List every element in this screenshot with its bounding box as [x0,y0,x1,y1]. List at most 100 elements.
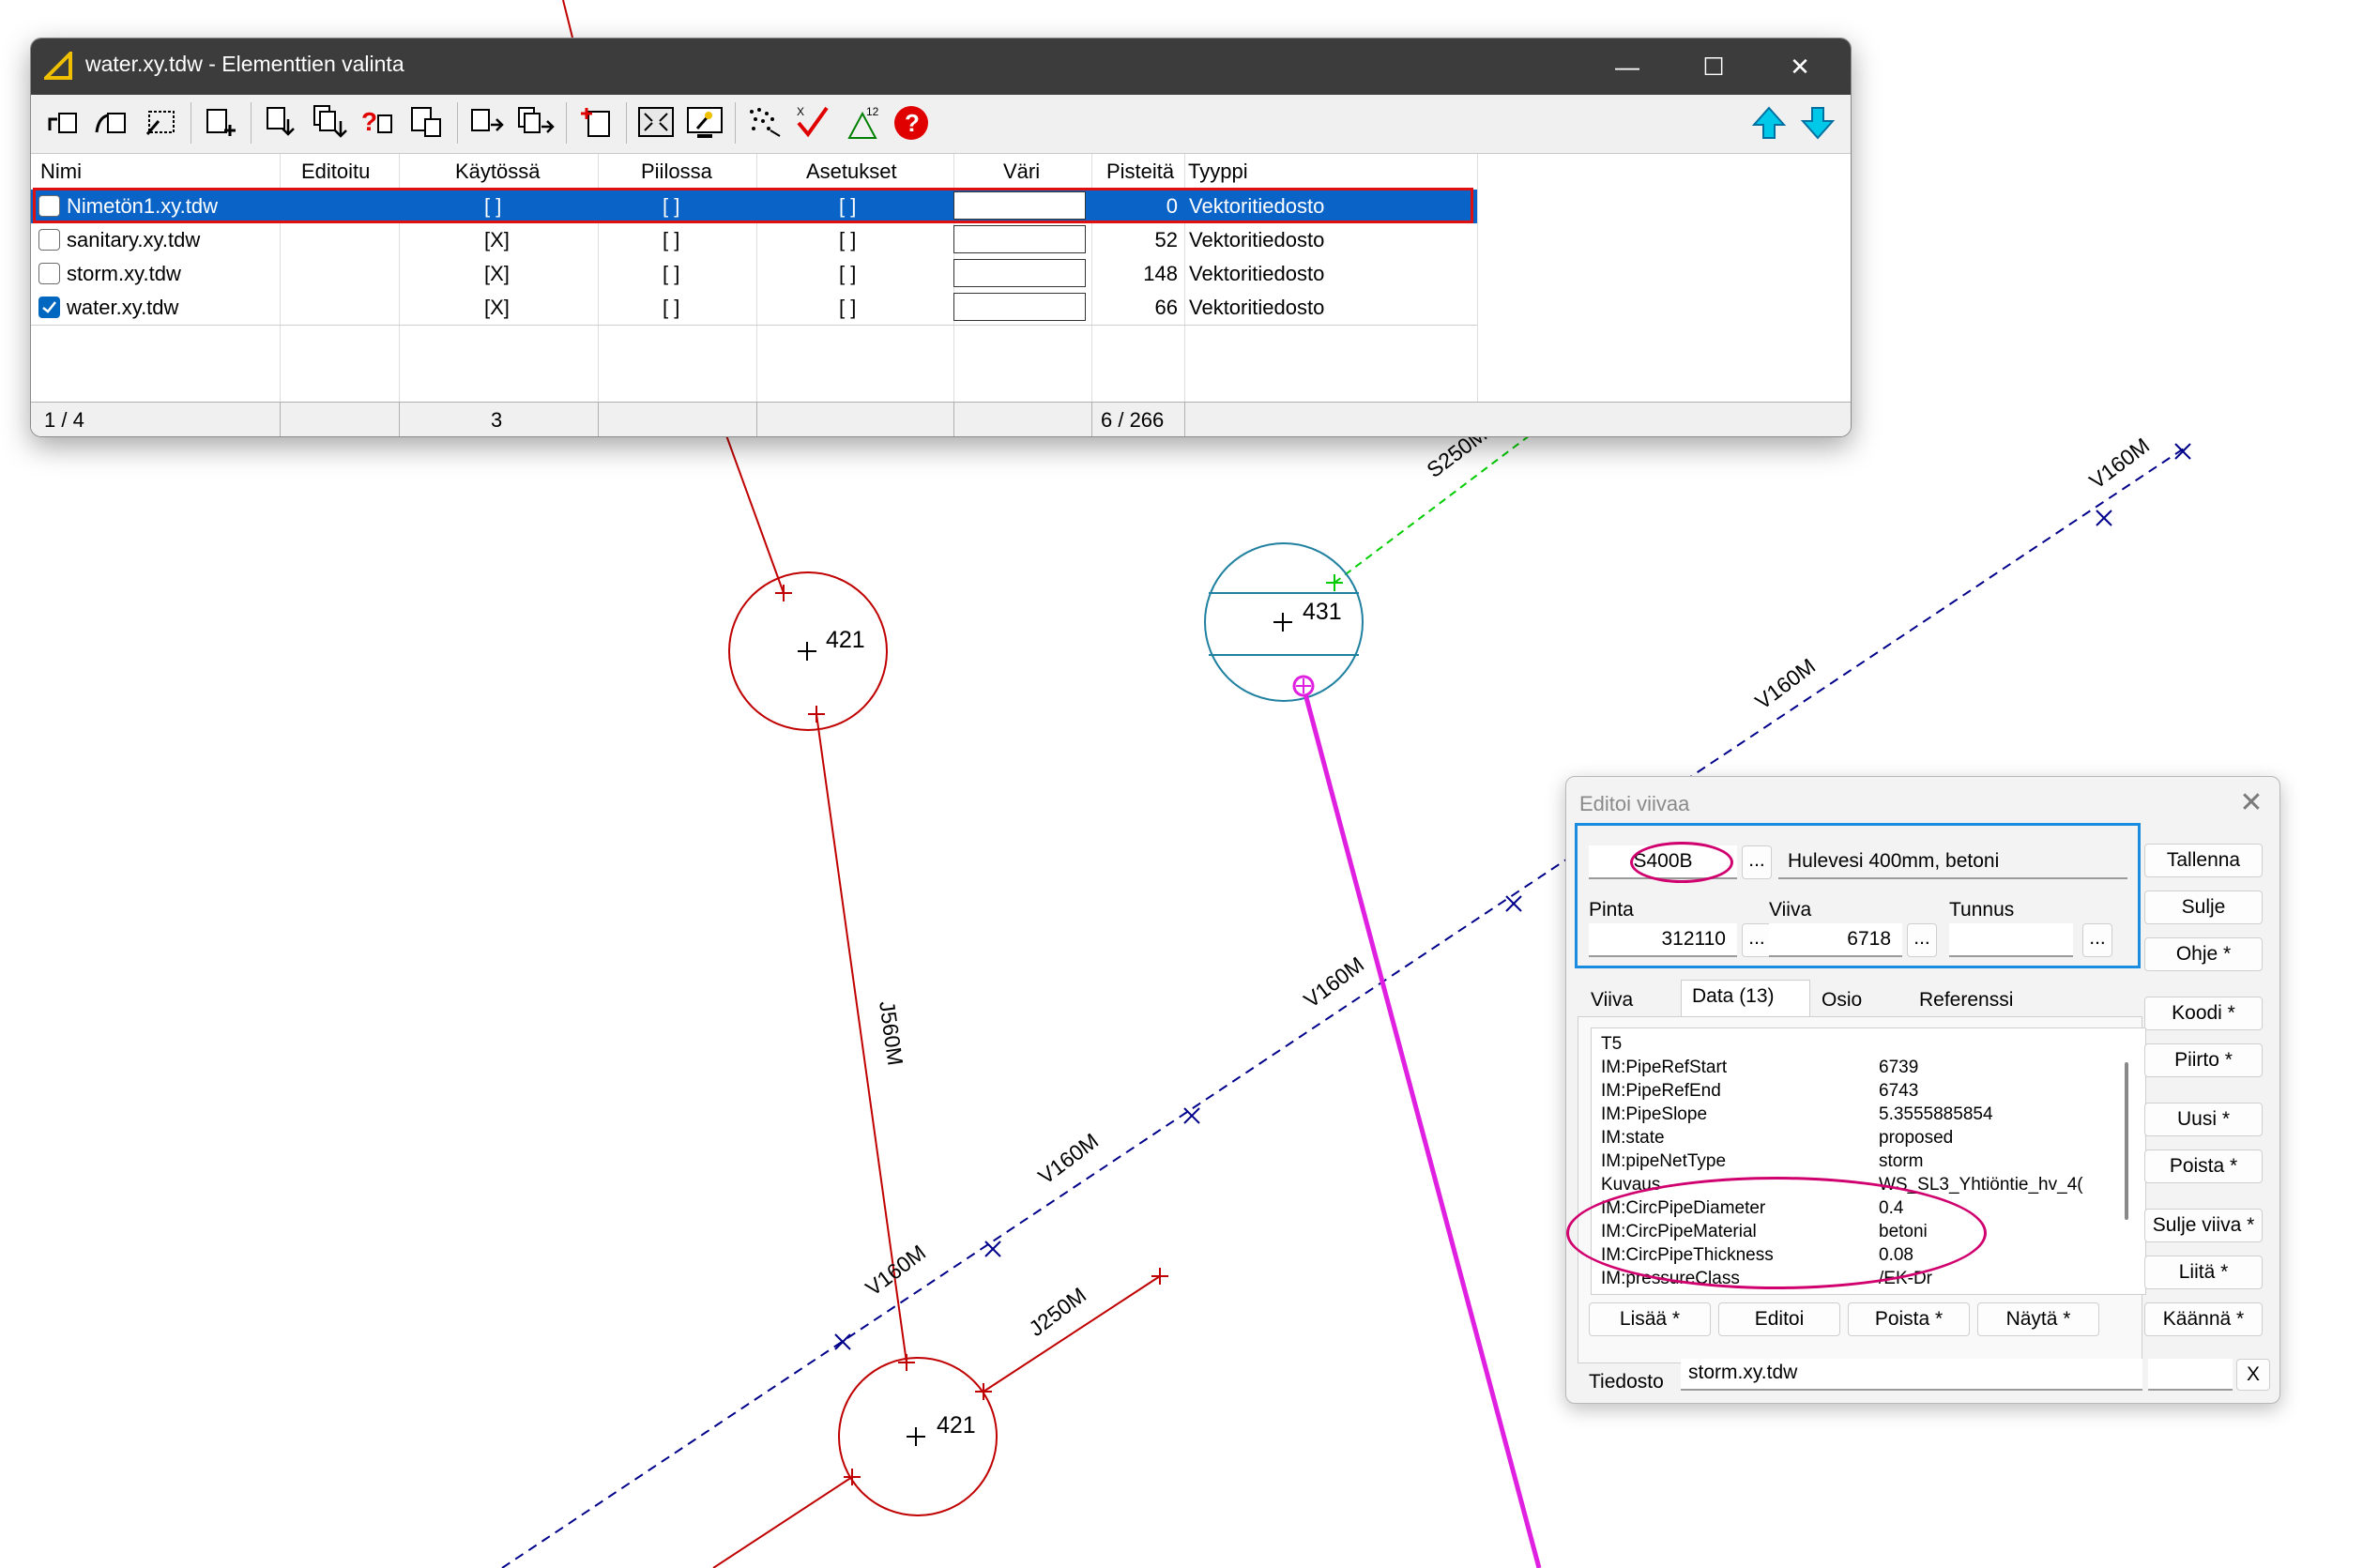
row-asetukset[interactable]: [ ] [839,262,856,286]
row-checkbox[interactable] [38,229,60,251]
pinta-field[interactable]: 312110 [1589,923,1737,957]
header-tyyppi[interactable]: Tyyppi [1188,160,1248,184]
tunnus-browse-button[interactable]: ... [2082,923,2112,957]
dialog-title: Editoi viivaa [1579,792,1690,815]
check-mark-icon [42,301,56,313]
arrow-up-icon[interactable] [1748,102,1790,144]
export-layer-icon[interactable] [406,102,448,144]
header-editoitu[interactable]: Editoitu [301,160,370,184]
header-asetukset[interactable]: Asetukset [806,160,897,184]
piirto-button[interactable]: Piirto * [2144,1043,2263,1077]
sulje-button[interactable]: Sulje [2144,891,2263,924]
row-color-swatch[interactable] [953,293,1086,321]
row-kaytossa[interactable]: [X] [484,262,510,286]
node-label-431: 431 [1303,599,1342,625]
tab-referenssi[interactable]: Referenssi [1919,989,2013,1012]
sanitary-line-top[interactable] [562,0,573,38]
row-color-swatch[interactable] [953,225,1086,253]
row-asetukset[interactable]: [ ] [839,296,856,320]
editoi-button[interactable]: Editoi [1718,1302,1840,1336]
close-button[interactable]: ✕ [1757,38,1843,95]
liita-button[interactable]: Liitä * [2144,1256,2263,1289]
maximize-button[interactable]: ☐ [1670,38,1757,95]
code-highlight-ellipse [1630,842,1733,883]
header-vari[interactable]: Väri [1003,160,1040,184]
poista-data-button[interactable]: Poista * [1848,1302,1970,1336]
pipe-properties-highlight-ellipse [1566,1177,1987,1289]
insert-icon[interactable] [466,102,508,144]
svg-text:12: 12 [866,105,879,118]
poista-button[interactable]: Poista * [2144,1149,2263,1183]
row-kaytossa[interactable]: [X] [484,228,510,252]
lisaa-button[interactable]: Lisää * [1589,1302,1711,1336]
line-label-v160m: V160M [1299,951,1368,1012]
zoom-extents-icon[interactable] [635,102,677,144]
data-key: IM:PipeRefStart [1601,1058,1728,1077]
ohje-button[interactable]: Ohje * [2144,937,2263,971]
insert-all-icon[interactable] [515,102,556,144]
data-scrollbar[interactable] [2125,1062,2128,1220]
select-pattern-icon[interactable] [140,102,181,144]
new-file-icon[interactable] [575,102,617,144]
window-title: water.xy.tdw - Elementtien valinta [85,52,404,76]
viiva-field[interactable]: 6718 [1769,923,1902,957]
uusi-button[interactable]: Uusi * [2144,1103,2263,1136]
row-piilossa[interactable]: [ ] [663,228,679,252]
title-bar[interactable]: water.xy.tdw - Elementtien valinta — ☐ ✕ [31,38,1851,95]
tiedosto-clear-button[interactable]: X [2236,1359,2270,1391]
move-down-all-icon[interactable] [309,102,350,144]
tiedosto-extra-field[interactable] [2148,1359,2233,1391]
header-nimi[interactable]: Nimi [40,160,82,184]
tallenna-button[interactable]: Tallenna [2144,844,2263,877]
check-icon[interactable]: X [793,102,834,144]
app-logo-icon [44,52,72,80]
tunnus-field[interactable] [1949,923,2073,957]
nayta-button[interactable]: Näytä * [1977,1302,2099,1336]
triangle-icon[interactable]: 12 [842,102,883,144]
header-kaytossa[interactable]: Käytössä [455,160,541,184]
row-piilossa[interactable]: [ ] [663,296,679,320]
row-piilossa[interactable]: [ ] [663,262,679,286]
code-browse-button[interactable]: ... [1742,845,1772,879]
row-name: storm.xy.tdw [67,262,181,285]
row-checkbox[interactable] [38,263,60,284]
header-pisteita[interactable]: Pisteitä [1106,160,1174,184]
scatter-icon[interactable] [744,102,785,144]
data-key: IM:state [1601,1128,1665,1148]
kaanna-button[interactable]: Käännä * [2144,1302,2263,1336]
header-piilossa[interactable]: Piilossa [641,160,712,184]
tab-data[interactable]: Data (13) [1692,985,1775,1008]
tab-osio[interactable]: Osio [1822,989,1862,1012]
move-down-icon[interactable] [260,102,301,144]
status-bar: 1 / 4 3 6 / 266 [31,402,1851,436]
tiedosto-label: Tiedosto [1589,1371,1664,1393]
storm-line-selected[interactable] [1301,686,1542,1568]
help-icon[interactable]: ? [891,102,932,144]
toolbar: ? X 12 ? [31,95,1851,154]
help-layer-icon[interactable]: ? [358,102,399,144]
table-row[interactable]: sanitary.xy.tdw [X] [ ] [ ] 52 Vektoriti… [31,223,1477,257]
table-row[interactable]: water.xy.tdw [X] [ ] [ ] 66 Vektoritiedo… [31,291,1477,326]
rotate-right-icon[interactable] [91,102,132,144]
dialog-close-button[interactable]: ✕ [2233,784,2270,822]
rotate-left-icon[interactable] [42,102,84,144]
table-row[interactable]: storm.xy.tdw [X] [ ] [ ] 148 Vektoritied… [31,257,1477,291]
sulje-viiva-button[interactable]: Sulje viiva * [2144,1209,2263,1242]
row-asetukset[interactable]: [ ] [839,228,856,252]
display-icon[interactable] [684,102,725,144]
koodi-button[interactable]: Koodi * [2144,997,2263,1030]
add-layer-icon[interactable] [200,102,241,144]
row-color-swatch[interactable] [953,259,1086,287]
sanitary-line-upper[interactable] [725,434,785,594]
arrow-down-icon[interactable] [1797,102,1838,144]
row-checkbox[interactable] [38,297,60,318]
sanitary-line-bottom-left[interactable] [712,1476,853,1568]
data-key: IM:PipeSlope [1601,1104,1708,1124]
viiva-browse-button[interactable]: ... [1907,923,1937,957]
pinta-browse-button[interactable]: ... [1742,923,1772,957]
tiedosto-field[interactable]: storm.xy.tdw [1681,1359,2142,1391]
tab-viiva[interactable]: Viiva [1591,989,1633,1012]
row-tyyppi: Vektoritiedosto [1189,228,1325,251]
row-kaytossa[interactable]: [X] [484,296,510,320]
minimize-button[interactable]: — [1584,38,1670,95]
